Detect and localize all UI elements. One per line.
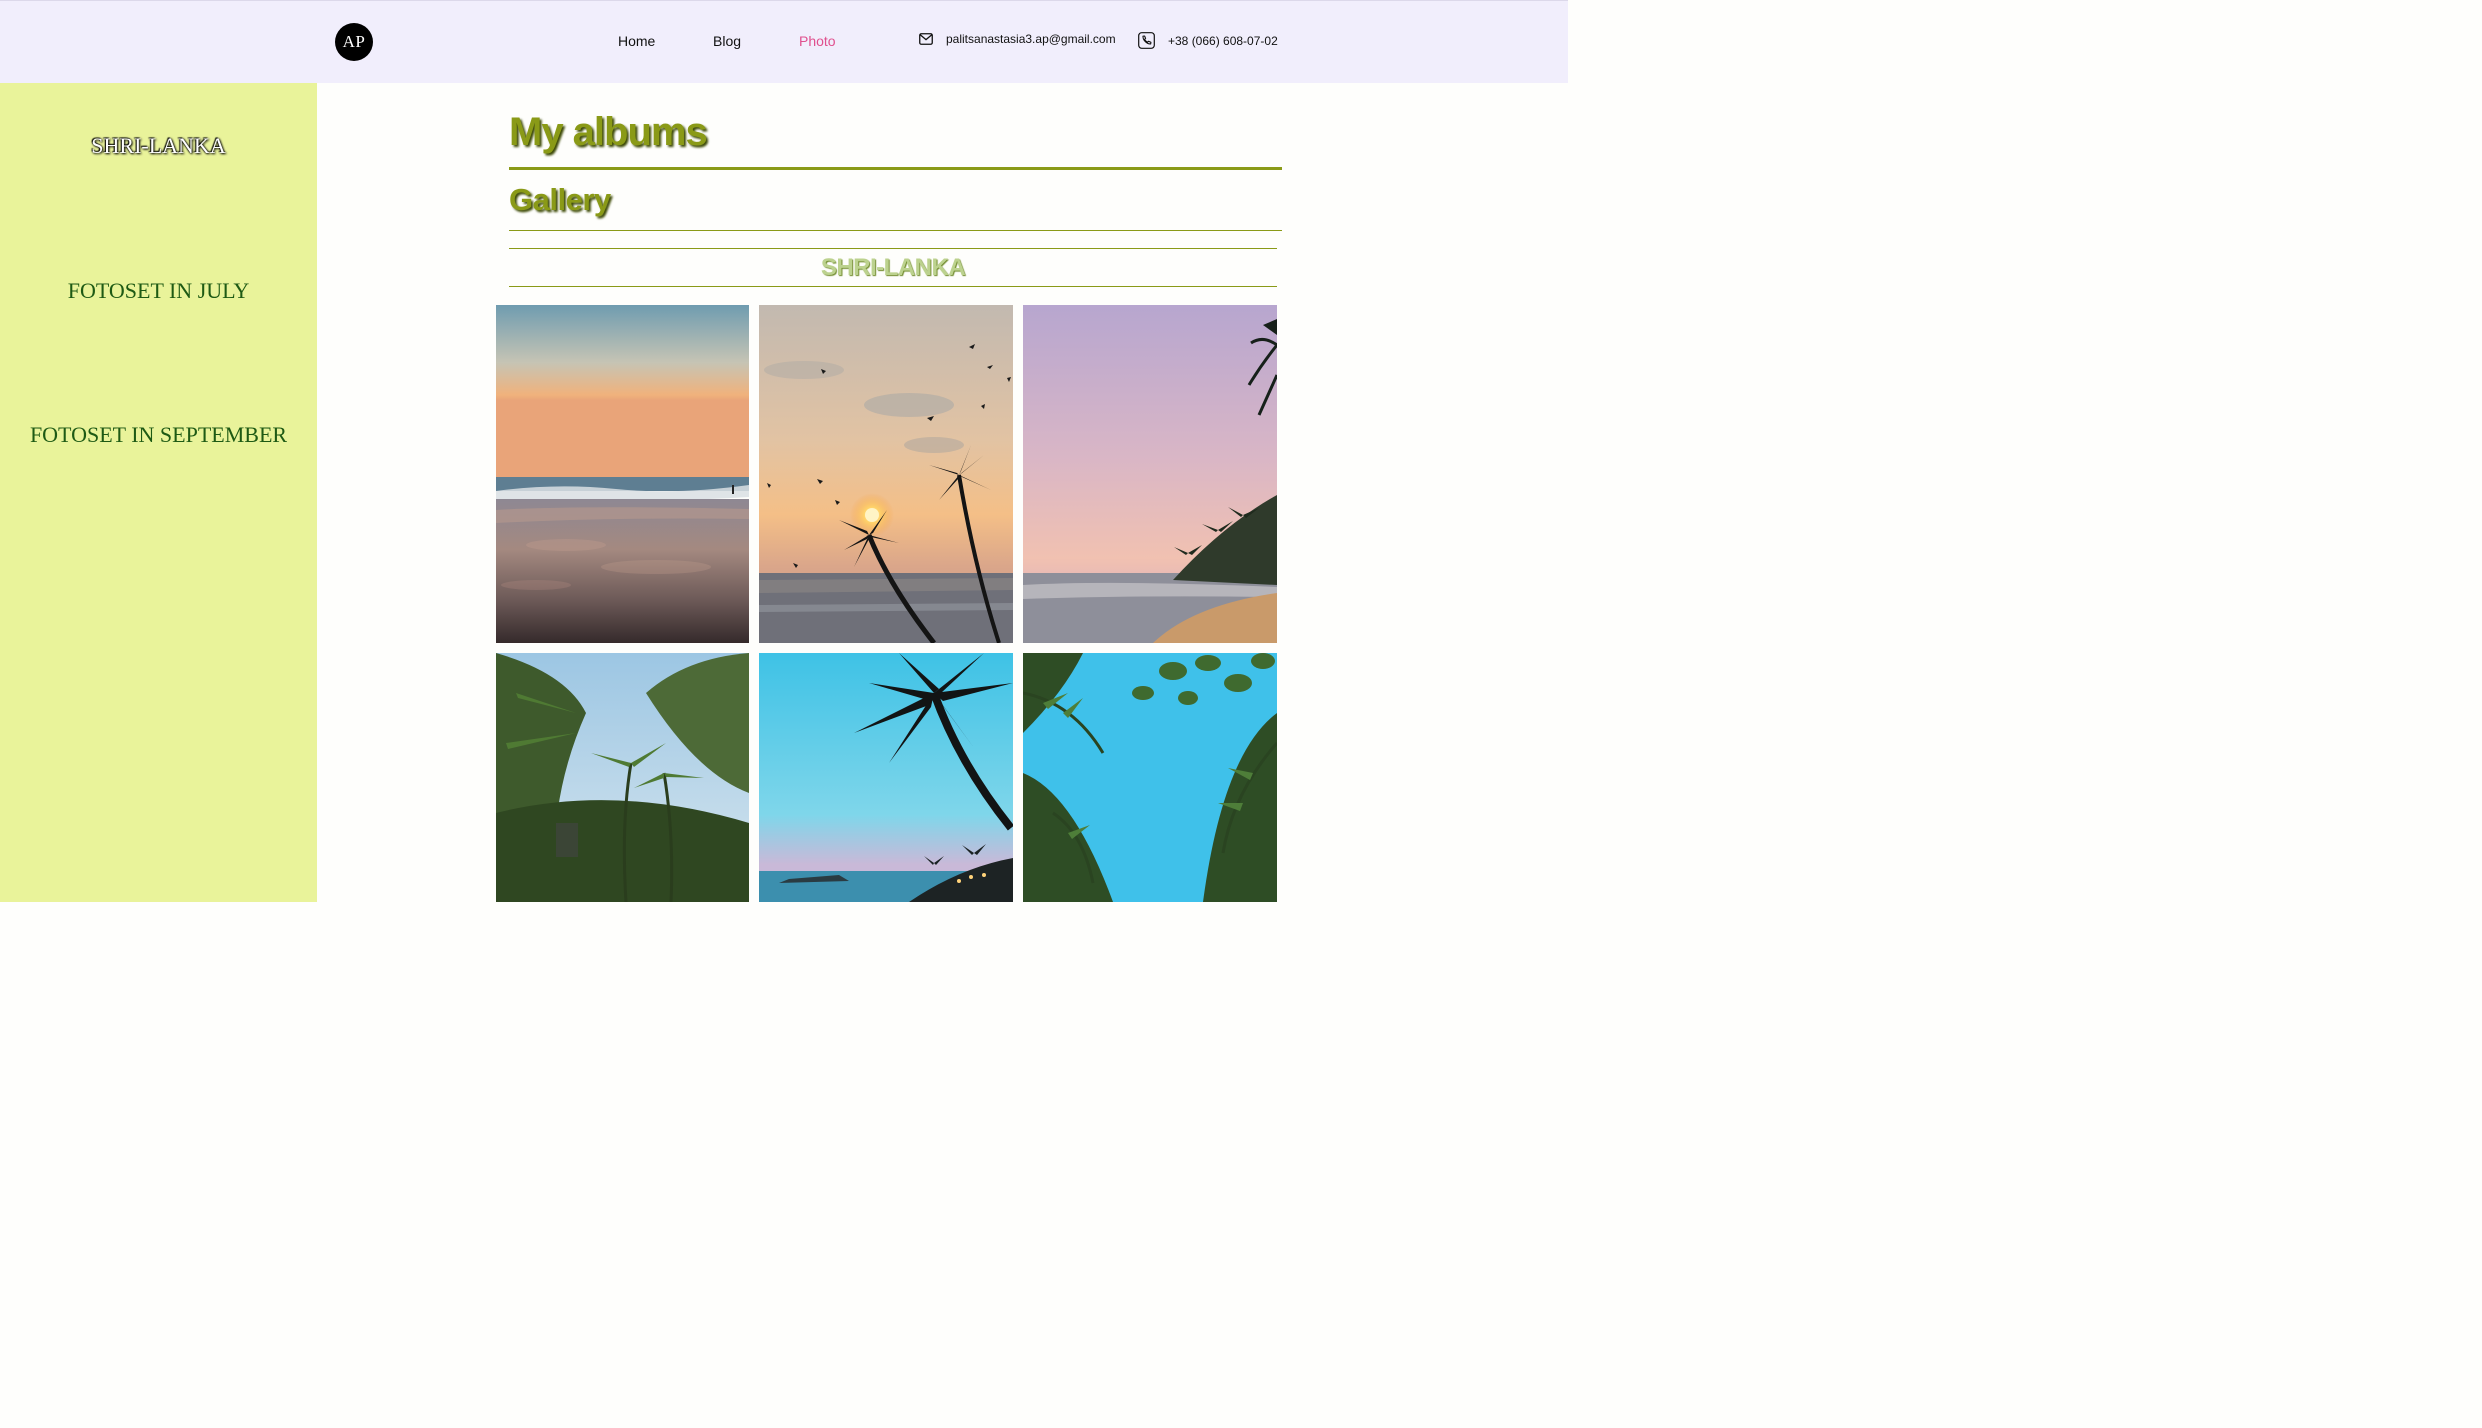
gallery-heading: Gallery xyxy=(509,182,611,217)
phone-icon xyxy=(1138,32,1155,49)
gallery-divider xyxy=(509,230,1282,231)
album-title: SHRI-LANKA xyxy=(820,254,966,281)
title-divider xyxy=(509,167,1282,170)
gallery-photo-palm-forest[interactable] xyxy=(496,653,749,902)
phone-contact[interactable]: +38 (066) 608-07-02 xyxy=(1138,32,1278,49)
gallery-photo-palm-sunset-birds[interactable] xyxy=(759,305,1013,643)
sidebar-item-fotoset-july[interactable]: FOTOSET IN JULY xyxy=(0,278,317,304)
envelope-icon xyxy=(919,33,933,45)
beach-sunset-image xyxy=(496,305,749,643)
logo[interactable]: AP xyxy=(335,23,373,61)
nav-blog-link[interactable]: Blog xyxy=(713,33,741,49)
nav-home-link[interactable]: Home xyxy=(618,33,655,49)
album-top-divider xyxy=(509,248,1277,249)
palm-leaves-sky-image xyxy=(1023,653,1277,902)
gallery-photo-palm-leaves-sky[interactable] xyxy=(1023,653,1277,902)
email-text: palitsanastasia3.ap@gmail.com xyxy=(946,32,1116,46)
nav-photo-link[interactable]: Photo xyxy=(799,33,836,49)
gallery-photo-beach-sunset[interactable] xyxy=(496,305,749,643)
sidebar-item-fotoset-september[interactable]: FOTOSET IN SEPTEMBER xyxy=(0,422,317,448)
gallery-photo-palm-silhouette-bay[interactable] xyxy=(759,653,1013,902)
palm-forest-image xyxy=(496,653,749,902)
pink-sky-beach-image xyxy=(1023,305,1277,643)
gallery-photo-pink-sky-beach[interactable] xyxy=(1023,305,1277,643)
album-sidebar: SHRI-LANKA FOTOSET IN JULY FOTOSET IN SE… xyxy=(0,83,317,902)
page-title: My albums xyxy=(509,110,708,154)
site-header: AP Home Blog Photo palitsanastasia3.ap@g… xyxy=(0,0,1568,83)
phone-text: +38 (066) 608-07-02 xyxy=(1168,33,1278,48)
palm-silhouette-bay-image xyxy=(759,653,1013,902)
email-contact[interactable]: palitsanastasia3.ap@gmail.com xyxy=(919,32,1116,46)
sidebar-item-shri-lanka[interactable]: SHRI-LANKA xyxy=(0,133,317,159)
album-bottom-divider xyxy=(509,286,1277,287)
palm-sunset-birds-image xyxy=(759,305,1013,643)
